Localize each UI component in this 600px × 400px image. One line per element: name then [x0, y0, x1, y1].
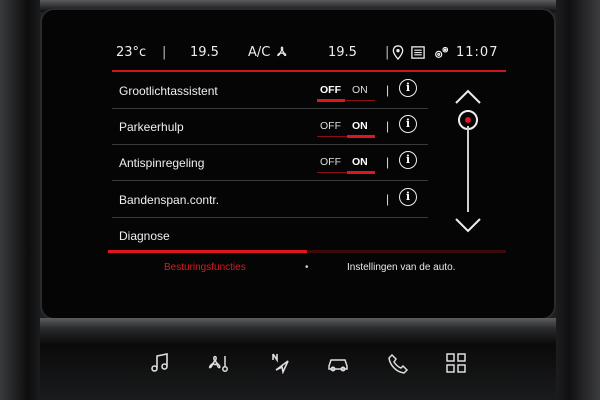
toggle-on-label[interactable]: ON — [352, 120, 368, 132]
info-icon[interactable]: i — [399, 188, 417, 206]
apps-grid-icon[interactable] — [442, 352, 470, 374]
outside-temperature: 23°c — [116, 45, 147, 60]
toggle-indicator — [347, 171, 375, 174]
temperature-right[interactable]: 19.5 — [328, 45, 357, 60]
toggle-track — [345, 100, 375, 101]
setting-label: Antispinregeling — [119, 156, 205, 170]
scroll-track[interactable] — [467, 126, 469, 212]
gear-icon[interactable] — [433, 45, 450, 64]
page-progress-fill — [108, 250, 307, 253]
setting-row-grootlichtassistent: Grootlichtassistent OFF ON | i — [112, 72, 428, 109]
scroll-down-icon[interactable] — [454, 216, 482, 234]
clock: 11:07 — [456, 45, 499, 60]
status-separator: | — [385, 45, 390, 60]
scroll-control — [448, 88, 488, 238]
row-separator: | — [386, 83, 390, 97]
dashboard-bezel-right — [556, 0, 600, 400]
setting-label: Bandenspan.contr. — [119, 193, 220, 207]
info-icon[interactable]: i — [399, 115, 417, 133]
setting-row-bandenspanning[interactable]: Bandenspan.contr. | i — [112, 181, 428, 218]
toggle-on-label[interactable]: ON — [352, 156, 368, 168]
tab-besturingsfuncties[interactable]: Besturingsfuncties — [164, 262, 246, 273]
setting-row-parkeerhulp: Parkeerhulp OFF ON | i — [112, 108, 428, 145]
row-separator: | — [386, 119, 390, 133]
dashboard-trim — [40, 318, 556, 344]
fan-icon[interactable] — [274, 45, 290, 63]
page-progress-track — [108, 250, 506, 253]
toggle-grootlichtassistent[interactable]: OFF ON — [317, 80, 379, 102]
toggle-parkeerhulp[interactable]: OFF ON — [317, 116, 379, 138]
status-separator: | — [162, 45, 167, 60]
setting-row-antispinregeling: Antispinregeling OFF ON | i — [112, 144, 428, 181]
row-separator: | — [386, 155, 390, 169]
document-icon[interactable] — [410, 45, 426, 64]
toggle-off-label[interactable]: OFF — [320, 84, 341, 96]
phone-icon[interactable] — [384, 352, 412, 374]
row-separator: | — [386, 192, 390, 206]
toggle-antispinregeling[interactable]: OFF ON — [317, 152, 379, 174]
scroll-up-icon[interactable] — [454, 88, 482, 106]
tab-instellingen[interactable]: Instellingen van de auto. — [347, 262, 455, 273]
setting-label: Grootlichtassistent — [119, 84, 218, 98]
diagnose-label: Diagnose — [119, 229, 170, 243]
dashboard-bezel-left — [0, 0, 40, 400]
music-icon[interactable] — [146, 352, 174, 374]
physical-control-strip — [40, 344, 556, 400]
toggle-track — [317, 172, 347, 173]
toggle-off-label[interactable]: OFF — [320, 120, 341, 132]
setting-label: Parkeerhulp — [119, 120, 184, 134]
status-bar: 23°c | 19.5 A/C 19.5 | 11:07 — [116, 30, 551, 66]
toggle-on-label[interactable]: ON — [352, 84, 368, 96]
climate-fan-icon[interactable] — [204, 352, 232, 374]
location-icon[interactable] — [392, 45, 404, 64]
info-icon[interactable]: i — [399, 151, 417, 169]
info-icon[interactable]: i — [399, 79, 417, 97]
toggle-indicator — [347, 135, 375, 138]
toggle-indicator — [317, 99, 345, 102]
diagnose-row[interactable]: Diagnose — [112, 218, 506, 250]
toggle-track — [317, 136, 347, 137]
ac-label[interactable]: A/C — [248, 45, 270, 60]
navigation-icon[interactable] — [266, 352, 294, 375]
temperature-left[interactable]: 19.5 — [190, 45, 219, 60]
page-indicator-dot: • — [305, 262, 309, 273]
toggle-off-label[interactable]: OFF — [320, 156, 341, 168]
car-icon[interactable] — [324, 352, 352, 374]
